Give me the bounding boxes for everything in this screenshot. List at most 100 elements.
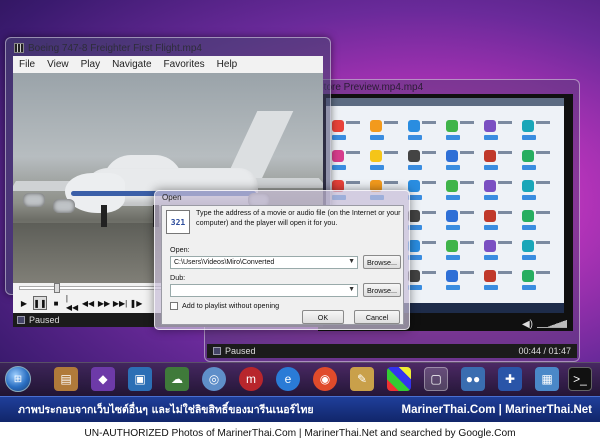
briefcase-icon[interactable]: ▤ (54, 367, 78, 391)
volume-icon[interactable]: ◀) (522, 319, 533, 330)
menu-play[interactable]: Play (81, 59, 100, 70)
app-tile-button (446, 135, 460, 140)
app-tile-label (384, 181, 398, 184)
app-tile-button (408, 135, 422, 140)
browse-open-button[interactable]: Browse... (363, 255, 401, 269)
app-tile-label (422, 121, 436, 124)
group-icon[interactable]: ●● (461, 367, 485, 391)
app-tile (332, 120, 362, 144)
app-tile-icon (484, 270, 496, 282)
app-tile-button (332, 165, 346, 170)
app-tile-button (446, 165, 460, 170)
app-tile-button (484, 225, 498, 230)
miro-icon[interactable]: m (239, 367, 263, 391)
app-tile-icon (446, 240, 458, 252)
volume-slider[interactable] (537, 320, 567, 328)
checkbox-box[interactable] (170, 301, 178, 310)
app-tile-button (484, 285, 498, 290)
network-icon[interactable]: ☁ (165, 367, 189, 391)
time-readout: 00:44 / 01:47 (518, 346, 571, 356)
status-text: Paused (225, 346, 256, 356)
fast-forward-icon[interactable]: ▶▶ (97, 296, 111, 310)
title-bar: Boeing 747-8 Freighter First Flight.mp4 (14, 41, 322, 55)
media-center-icon[interactable]: ◆ (91, 367, 115, 391)
app-tile-icon (408, 150, 420, 162)
seek-thumb[interactable] (54, 283, 61, 293)
app-tile (408, 210, 438, 234)
app-tile-button (408, 225, 422, 230)
app-tile (332, 150, 362, 174)
cancel-button[interactable]: Cancel (354, 310, 400, 324)
app-tile-icon (408, 180, 420, 192)
app-tile-button (408, 255, 422, 260)
app-tile-button (484, 135, 498, 140)
tiles-icon[interactable] (387, 367, 411, 391)
pause-icon[interactable]: ❚❚ (33, 296, 47, 310)
app-tile-label (536, 211, 550, 214)
chevron-down-icon[interactable]: ▼ (348, 286, 355, 293)
frame-step-icon[interactable]: ❚▶ (129, 296, 143, 310)
app-tile (484, 270, 514, 294)
menu-bar: File View Play Navigate Favorites Help (13, 56, 323, 73)
dialog-body: 321 Type the address of a movie or audio… (161, 205, 404, 325)
app-tile-button (446, 285, 460, 290)
app-tile-button (522, 285, 536, 290)
app-tile-button (484, 255, 498, 260)
app-tile-label (422, 151, 436, 154)
film-icon (14, 43, 24, 53)
menu-view[interactable]: View (47, 59, 69, 70)
dub-path-combo[interactable]: ▼ (170, 284, 358, 297)
puzzle-icon[interactable]: ✚ (498, 367, 522, 391)
app-tile-icon (332, 120, 344, 132)
photo-icon[interactable]: ▦ (535, 367, 559, 391)
start-icon[interactable]: ⊞ (5, 366, 31, 392)
app-tile-button (522, 135, 536, 140)
app-tile-label (422, 181, 436, 184)
app-tile-label (536, 151, 550, 154)
app-tile-label (460, 181, 474, 184)
open-dialog[interactable]: Open 321 Type the address of a movie or … (154, 190, 410, 330)
app-tile-button (408, 285, 422, 290)
app-tile (446, 240, 476, 264)
app-tile-button (522, 195, 536, 200)
app-tile-label (498, 181, 512, 184)
paint-icon[interactable]: ✎ (350, 367, 374, 391)
menu-file[interactable]: File (19, 59, 35, 70)
internet-explorer-icon[interactable]: e (276, 367, 300, 391)
chrome-icon[interactable]: ◉ (313, 367, 337, 391)
menu-favorites[interactable]: Favorites (164, 59, 205, 70)
command-prompt-icon[interactable]: >_ (568, 367, 592, 391)
app-tile (408, 180, 438, 204)
media-player-classic-icon[interactable]: ▢ (424, 367, 448, 391)
footer-text: UN-AUTHORIZED Photos of MarinerThai.Com … (84, 428, 516, 439)
save-icon[interactable]: ▣ (128, 367, 152, 391)
app-tile-icon (484, 180, 496, 192)
add-to-playlist-checkbox[interactable]: Add to playlist without opening (170, 301, 279, 310)
browse-dub-button[interactable]: Browse... (363, 283, 401, 297)
app-tile-button (522, 255, 536, 260)
app-tile (446, 120, 476, 144)
ok-button[interactable]: OK (302, 310, 344, 324)
taskbar: ⊞ ▤ ◆ ▣ ☁ ◎ m e ◉ ✎ ▢ ●● ✚ ▦ >_ (0, 362, 600, 396)
rewind-icon[interactable]: ◀◀ (81, 296, 95, 310)
app-tile-button (408, 165, 422, 170)
open-path-combo[interactable]: C:\Users\Videos\Miro\Converted ▼ (170, 256, 358, 269)
dialog-description: Type the address of a movie or audio fil… (196, 208, 401, 227)
previous-icon[interactable]: |◀◀ (65, 294, 79, 312)
menu-help[interactable]: Help (217, 59, 238, 70)
app-tile (522, 180, 552, 204)
play-icon[interactable]: ▶ (17, 296, 31, 310)
chevron-down-icon[interactable]: ▼ (348, 258, 355, 265)
next-icon[interactable]: ▶▶| (113, 296, 127, 310)
status-text: Paused (29, 315, 60, 325)
app-tile (522, 240, 552, 264)
stop-icon[interactable]: ■ (49, 296, 63, 310)
app-tile-button (484, 165, 498, 170)
app-tile-label (422, 271, 436, 274)
app-tile (484, 210, 514, 234)
app-tile-label (460, 271, 474, 274)
app-tile (484, 120, 514, 144)
menu-navigate[interactable]: Navigate (112, 59, 151, 70)
app-tile-icon (446, 270, 458, 282)
chrome-icon[interactable]: ◎ (202, 367, 226, 391)
